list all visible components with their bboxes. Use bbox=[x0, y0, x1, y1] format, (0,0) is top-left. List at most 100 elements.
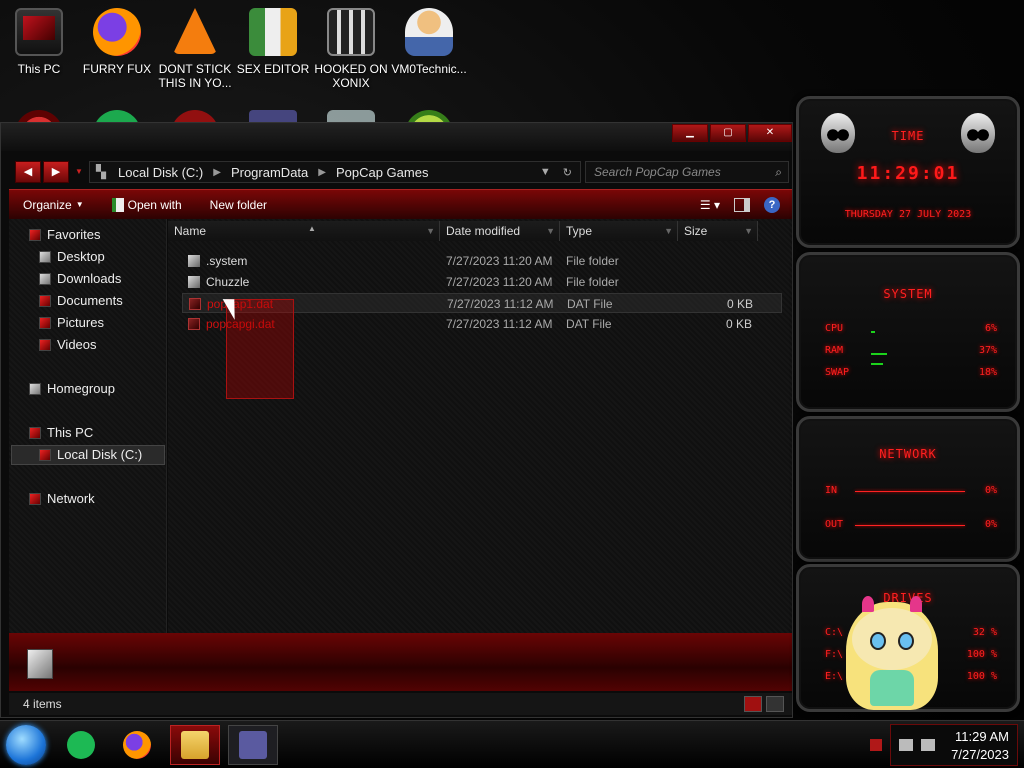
start-button[interactable] bbox=[6, 725, 46, 765]
open-with-button[interactable]: Open with bbox=[98, 197, 196, 212]
details-view-icon[interactable] bbox=[744, 696, 762, 712]
breadcrumb-local-disk[interactable]: Local Disk (C:) bbox=[112, 165, 209, 180]
nav-downloads[interactable]: Downloads bbox=[39, 271, 121, 286]
drive-e-label: E:\ bbox=[825, 671, 844, 682]
cpu-label: CPU bbox=[825, 323, 844, 334]
address-bar[interactable]: ▚ Local Disk (C:) ▶ ProgramData ▶ PopCap… bbox=[89, 161, 581, 183]
videos-icon bbox=[39, 338, 51, 351]
back-button[interactable]: ◀ bbox=[15, 161, 41, 183]
network-icon[interactable] bbox=[899, 739, 913, 751]
file-type: DAT File bbox=[566, 317, 612, 331]
net-out-graph bbox=[855, 525, 965, 526]
refresh-icon[interactable]: ↻ bbox=[563, 166, 572, 179]
desktop-icon-label: FURRY FUX bbox=[82, 62, 152, 76]
status-bar: 4 items bbox=[9, 693, 792, 715]
help-icon[interactable]: ? bbox=[764, 196, 780, 213]
documents-icon bbox=[39, 294, 51, 307]
search-input[interactable]: Search PopCap Games ⌕ bbox=[585, 161, 789, 183]
system-gadget: SYSTEM CPU 6% RAM 37% SWAP 18% bbox=[796, 252, 1020, 412]
file-row[interactable]: Chuzzle 7/27/2023 11:20 AM File folder bbox=[182, 272, 782, 292]
drive-c-value: 32 % bbox=[972, 627, 997, 638]
desktop-icon-label: HOOKED ON XONIX bbox=[314, 62, 388, 90]
hxd-icon bbox=[249, 8, 297, 56]
large-icons-view-icon[interactable] bbox=[766, 696, 784, 712]
cpu-value: 6% bbox=[984, 323, 997, 334]
file-date: 7/27/2023 11:20 AM bbox=[446, 275, 553, 289]
swap-label: SWAP bbox=[825, 367, 850, 378]
clock-time: 11:29 AM bbox=[955, 729, 1009, 744]
column-header-date[interactable]: Date modified ▼ bbox=[440, 221, 560, 241]
address-dropdown-icon[interactable]: ▼ bbox=[540, 166, 551, 179]
tray-clock[interactable]: 11:29 AM 7/27/2023 bbox=[951, 728, 1009, 764]
desktop-icon-vlc[interactable]: DONT STICK THIS IN YO... bbox=[156, 8, 234, 90]
maximize-button[interactable]: ▢ bbox=[710, 124, 746, 142]
firefox-icon bbox=[123, 731, 151, 759]
dat-file-icon bbox=[189, 298, 201, 310]
column-header-type[interactable]: Type ▼ bbox=[560, 221, 678, 241]
column-label: Type bbox=[566, 224, 593, 238]
homegroup-icon bbox=[29, 382, 41, 395]
forward-button[interactable]: ▶ bbox=[43, 161, 69, 183]
desktop-icon-vm0[interactable]: VM0Technic... bbox=[390, 8, 468, 76]
search-placeholder: Search PopCap Games bbox=[594, 165, 721, 179]
sort-ascending-icon: ▲ bbox=[308, 224, 316, 233]
chevron-down-icon[interactable]: ▼ bbox=[744, 221, 753, 241]
breadcrumb-separator-icon[interactable]: ▶ bbox=[209, 167, 225, 178]
column-label: Size bbox=[684, 224, 708, 238]
breadcrumb-programdata[interactable]: ProgramData bbox=[225, 165, 314, 180]
desktop-icon-firefox[interactable]: FURRY FUX bbox=[78, 8, 156, 76]
net-out-value: 0% bbox=[984, 519, 997, 530]
pictures-icon bbox=[39, 316, 51, 329]
taskbar-firefox[interactable] bbox=[112, 725, 162, 765]
title-bar[interactable]: ▁ ▢ ✕ bbox=[1, 123, 792, 151]
breadcrumb-separator-icon[interactable]: ▶ bbox=[314, 167, 330, 178]
file-row[interactable]: .system 7/27/2023 11:20 AM File folder bbox=[182, 251, 782, 271]
chevron-down-icon[interactable]: ▼ bbox=[546, 221, 555, 241]
desktop-icon-label: VM0Technic... bbox=[391, 62, 467, 76]
volume-icon[interactable] bbox=[921, 739, 935, 751]
taskbar-explorer[interactable] bbox=[170, 725, 220, 765]
vlc-cone-icon bbox=[173, 8, 217, 54]
file-size: 0 KB bbox=[725, 317, 752, 331]
change-view-icon[interactable]: ☰ ▾ bbox=[700, 198, 720, 212]
desktop-icon-hxd[interactable]: SEX EDITOR bbox=[234, 8, 312, 76]
column-header-size[interactable]: Size ▼ bbox=[678, 221, 758, 241]
nav-this-pc[interactable]: This PC bbox=[29, 425, 93, 440]
close-button[interactable]: ✕ bbox=[748, 124, 792, 142]
taskbar: 11:29 AM 7/27/2023 bbox=[0, 720, 1024, 768]
nav-desktop[interactable]: Desktop bbox=[39, 249, 105, 264]
organize-label: Organize bbox=[23, 197, 72, 212]
new-folder-button[interactable]: New folder bbox=[196, 198, 281, 212]
column-header-name[interactable]: ▲ Name ▼ bbox=[168, 221, 440, 241]
preview-pane-icon[interactable] bbox=[734, 197, 750, 212]
chevron-down-icon[interactable]: ▼ bbox=[664, 221, 673, 241]
nav-local-disk[interactable]: Local Disk (C:) bbox=[39, 447, 142, 462]
file-type: File folder bbox=[566, 275, 619, 289]
search-icon[interactable]: ⌕ bbox=[775, 165, 782, 180]
recent-locations-chevron-icon[interactable]: ▼ bbox=[75, 167, 83, 176]
chevron-down-icon[interactable]: ▼ bbox=[426, 221, 435, 241]
nav-homegroup[interactable]: Homegroup bbox=[29, 381, 115, 396]
taskbar-card-app[interactable] bbox=[228, 725, 278, 765]
ram-bar bbox=[871, 353, 887, 355]
minimize-button[interactable]: ▁ bbox=[672, 124, 708, 142]
desktop-icon-label: SEX EDITOR bbox=[236, 62, 310, 76]
nav-favorites[interactable]: Favorites bbox=[29, 227, 100, 242]
details-pane bbox=[9, 633, 792, 691]
desktop-icon-this-pc[interactable]: This PC bbox=[0, 8, 78, 76]
desktop-icon-xonix[interactable]: HOOKED ON XONIX bbox=[312, 8, 390, 90]
game-icon bbox=[327, 8, 375, 56]
column-header-row: ▲ Name ▼ Date modified ▼ Type ▼ Size ▼ bbox=[168, 219, 792, 243]
network-icon bbox=[29, 492, 41, 505]
breadcrumb-popcap-games[interactable]: PopCap Games bbox=[330, 165, 435, 180]
nav-pictures[interactable]: Pictures bbox=[39, 315, 104, 330]
ram-value: 37% bbox=[978, 345, 997, 356]
organize-button[interactable]: Organize ▼ bbox=[9, 198, 98, 212]
taskbar-spotify[interactable] bbox=[56, 725, 106, 765]
nav-documents[interactable]: Documents bbox=[39, 293, 123, 308]
nav-network[interactable]: Network bbox=[29, 491, 95, 506]
file-type: File folder bbox=[566, 254, 619, 268]
credit-card-icon bbox=[239, 731, 267, 759]
show-hidden-icons-icon[interactable] bbox=[870, 739, 882, 751]
nav-videos[interactable]: Videos bbox=[39, 337, 97, 352]
